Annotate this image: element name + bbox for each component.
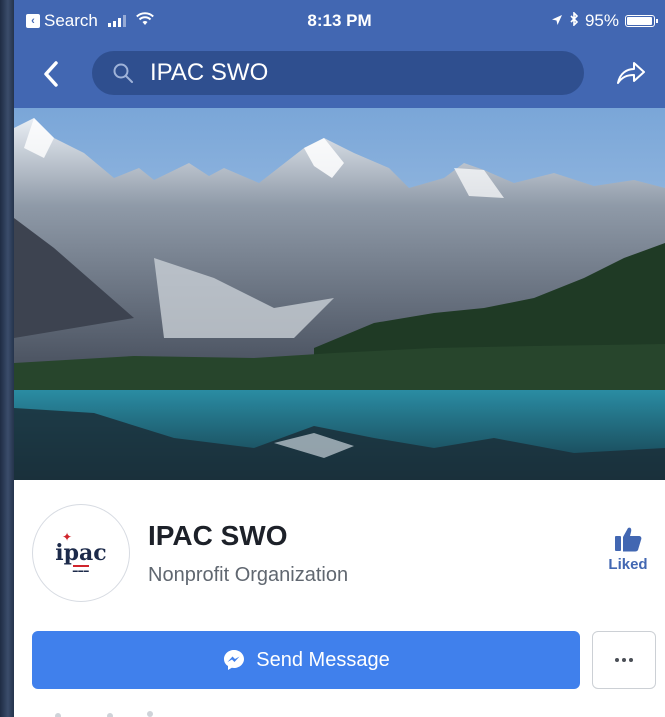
liked-button[interactable]: Liked	[600, 524, 656, 573]
chevron-left-icon	[44, 61, 58, 87]
mountain-lake-image	[14, 108, 665, 480]
share-button[interactable]	[613, 56, 647, 90]
back-button[interactable]	[36, 56, 66, 92]
cropped-row-icons	[55, 711, 153, 717]
status-right: 95%	[551, 11, 658, 31]
thumbs-up-icon	[615, 527, 642, 552]
battery-icon	[625, 15, 658, 27]
page-category[interactable]: Nonprofit Organization	[148, 564, 348, 587]
messenger-icon	[224, 650, 245, 670]
more-icon	[615, 658, 633, 662]
location-icon	[551, 11, 563, 31]
search-query: IPAC SWO	[150, 59, 269, 86]
phone-screen: ‹ Search 8:13 PM 95% IPAC SWO ✦ ipac ▬▬▬…	[14, 0, 665, 717]
avatar-logo-text: ipac	[55, 540, 107, 566]
top-bar: ‹ Search 8:13 PM 95% IPAC SWO	[14, 0, 665, 108]
bluetooth-icon	[569, 11, 579, 31]
avatar-logo-mark: ▬▬▬	[72, 565, 90, 574]
page-header: ✦ ipac ▬▬▬ IPAC SWO Nonprofit Organizati…	[14, 480, 665, 717]
search-input[interactable]: IPAC SWO	[92, 51, 584, 95]
battery-fill	[627, 17, 652, 25]
battery-percent: 95%	[584, 11, 619, 30]
page-avatar[interactable]: ✦ ipac ▬▬▬	[32, 504, 130, 602]
search-icon	[113, 63, 133, 83]
share-icon	[617, 62, 645, 84]
send-message-button[interactable]: Send Message	[32, 631, 580, 689]
liked-label: Liked	[608, 556, 648, 573]
cover-photo[interactable]	[14, 108, 665, 480]
send-message-label: Send Message	[256, 648, 390, 671]
page-title[interactable]: IPAC SWO	[148, 520, 287, 552]
nav-bar: IPAC SWO	[14, 48, 665, 100]
status-bar: ‹ Search 8:13 PM 95%	[14, 0, 665, 42]
more-options-button[interactable]	[592, 631, 656, 689]
